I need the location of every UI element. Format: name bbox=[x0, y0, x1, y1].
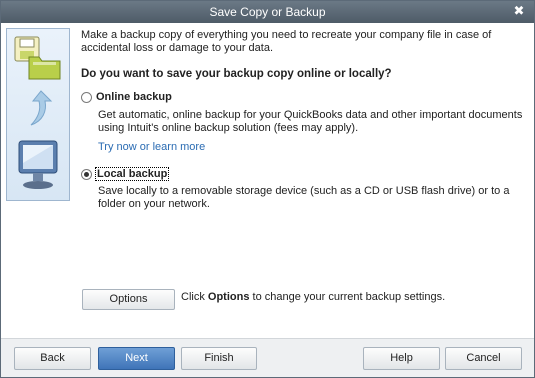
online-backup-description: Get automatic, online backup for your Qu… bbox=[98, 109, 523, 134]
illustration-panel bbox=[6, 28, 70, 201]
title-bar: Save Copy or Backup ✖ bbox=[1, 1, 534, 23]
dialog-content: Make a backup copy of everything you nee… bbox=[1, 23, 534, 338]
floppy-folder-icon bbox=[14, 36, 61, 80]
local-backup-description: Save locally to a removable storage devi… bbox=[98, 185, 510, 210]
close-icon[interactable]: ✖ bbox=[512, 4, 526, 18]
intro-text: Make a backup copy of everything you nee… bbox=[81, 29, 492, 54]
online-backup-radio[interactable] bbox=[81, 91, 92, 103]
local-backup-radio[interactable] bbox=[81, 168, 92, 180]
options-hint-prefix: Click bbox=[181, 291, 208, 303]
cancel-button[interactable]: Cancel bbox=[445, 347, 522, 370]
options-hint-suffix: to change your current backup settings. bbox=[249, 291, 446, 303]
online-backup-label[interactable]: Online backup bbox=[96, 91, 172, 103]
back-button[interactable]: Back bbox=[14, 347, 91, 370]
dialog-window: Save Copy or Backup ✖ Make a backup copy… bbox=[0, 0, 535, 378]
local-backup-label[interactable]: Local backup bbox=[94, 167, 170, 181]
button-bar: Back Next Finish Help Cancel bbox=[1, 338, 534, 377]
options-button[interactable]: Options bbox=[82, 289, 175, 310]
monitor-icon bbox=[18, 140, 58, 189]
online-backup-option[interactable]: Online backup bbox=[81, 91, 172, 103]
arrow-icon bbox=[30, 90, 53, 126]
options-hint: Click Options to change your current bac… bbox=[181, 291, 445, 303]
try-now-link[interactable]: Try now or learn more bbox=[98, 141, 205, 153]
local-backup-option[interactable]: Local backup bbox=[81, 167, 170, 181]
finish-button[interactable]: Finish bbox=[181, 347, 257, 370]
next-button[interactable]: Next bbox=[98, 347, 175, 370]
window-title: Save Copy or Backup bbox=[209, 5, 326, 19]
help-button[interactable]: Help bbox=[363, 347, 440, 370]
question-heading: Do you want to save your backup copy onl… bbox=[81, 68, 392, 80]
options-hint-bold: Options bbox=[207, 291, 250, 303]
